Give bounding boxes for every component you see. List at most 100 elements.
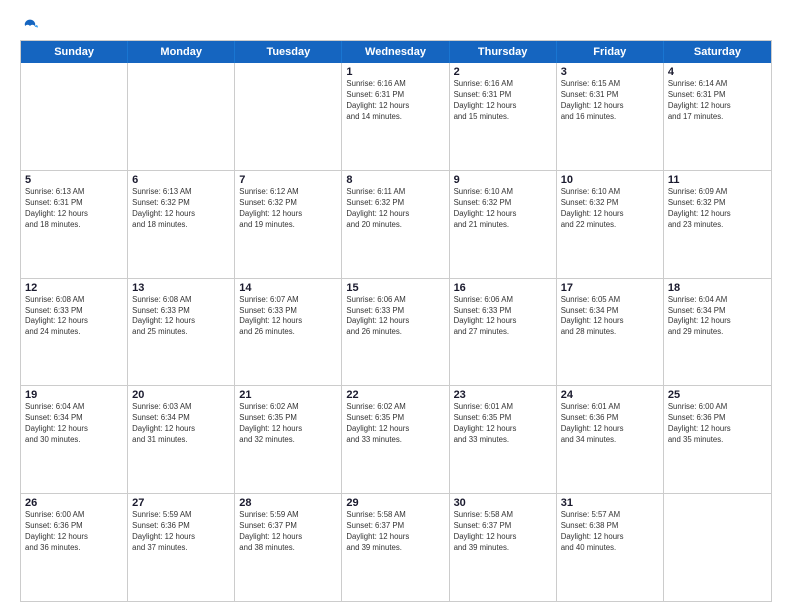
calendar-cell: 18Sunrise: 6:04 AM Sunset: 6:34 PM Dayli… (664, 279, 771, 386)
day-info: Sunrise: 6:11 AM Sunset: 6:32 PM Dayligh… (346, 187, 444, 231)
logo-bird-icon (22, 18, 38, 34)
day-number: 29 (346, 497, 444, 509)
calendar-cell: 4Sunrise: 6:14 AM Sunset: 6:31 PM Daylig… (664, 63, 771, 170)
day-info: Sunrise: 5:57 AM Sunset: 6:38 PM Dayligh… (561, 510, 659, 554)
calendar-cell: 28Sunrise: 5:59 AM Sunset: 6:37 PM Dayli… (235, 494, 342, 601)
calendar-cell: 2Sunrise: 6:16 AM Sunset: 6:31 PM Daylig… (450, 63, 557, 170)
day-number: 16 (454, 282, 552, 294)
day-info: Sunrise: 6:14 AM Sunset: 6:31 PM Dayligh… (668, 79, 767, 123)
day-number: 25 (668, 389, 767, 401)
calendar-cell: 19Sunrise: 6:04 AM Sunset: 6:34 PM Dayli… (21, 386, 128, 493)
day-header-wednesday: Wednesday (342, 41, 449, 63)
calendar: SundayMondayTuesdayWednesdayThursdayFrid… (20, 40, 772, 602)
day-info: Sunrise: 6:08 AM Sunset: 6:33 PM Dayligh… (25, 295, 123, 339)
day-info: Sunrise: 5:59 AM Sunset: 6:37 PM Dayligh… (239, 510, 337, 554)
day-number: 22 (346, 389, 444, 401)
calendar-cell: 21Sunrise: 6:02 AM Sunset: 6:35 PM Dayli… (235, 386, 342, 493)
day-info: Sunrise: 6:16 AM Sunset: 6:31 PM Dayligh… (346, 79, 444, 123)
day-info: Sunrise: 6:00 AM Sunset: 6:36 PM Dayligh… (668, 402, 767, 446)
day-info: Sunrise: 6:06 AM Sunset: 6:33 PM Dayligh… (454, 295, 552, 339)
calendar-body: 1Sunrise: 6:16 AM Sunset: 6:31 PM Daylig… (21, 63, 771, 601)
calendar-cell: 8Sunrise: 6:11 AM Sunset: 6:32 PM Daylig… (342, 171, 449, 278)
day-info: Sunrise: 6:08 AM Sunset: 6:33 PM Dayligh… (132, 295, 230, 339)
calendar-cell: 31Sunrise: 5:57 AM Sunset: 6:38 PM Dayli… (557, 494, 664, 601)
day-number: 20 (132, 389, 230, 401)
calendar-cell: 14Sunrise: 6:07 AM Sunset: 6:33 PM Dayli… (235, 279, 342, 386)
logo (20, 18, 38, 34)
calendar-cell: 15Sunrise: 6:06 AM Sunset: 6:33 PM Dayli… (342, 279, 449, 386)
day-info: Sunrise: 6:06 AM Sunset: 6:33 PM Dayligh… (346, 295, 444, 339)
calendar-cell: 27Sunrise: 5:59 AM Sunset: 6:36 PM Dayli… (128, 494, 235, 601)
logo-text (20, 18, 38, 34)
day-number: 2 (454, 66, 552, 78)
day-number: 30 (454, 497, 552, 509)
day-number: 7 (239, 174, 337, 186)
header (20, 18, 772, 34)
page: SundayMondayTuesdayWednesdayThursdayFrid… (0, 0, 792, 612)
day-number: 28 (239, 497, 337, 509)
day-number: 9 (454, 174, 552, 186)
day-number: 23 (454, 389, 552, 401)
day-info: Sunrise: 5:59 AM Sunset: 6:36 PM Dayligh… (132, 510, 230, 554)
day-info: Sunrise: 6:10 AM Sunset: 6:32 PM Dayligh… (561, 187, 659, 231)
day-number: 26 (25, 497, 123, 509)
calendar-header: SundayMondayTuesdayWednesdayThursdayFrid… (21, 41, 771, 63)
day-info: Sunrise: 6:04 AM Sunset: 6:34 PM Dayligh… (668, 295, 767, 339)
day-header-thursday: Thursday (450, 41, 557, 63)
calendar-cell: 1Sunrise: 6:16 AM Sunset: 6:31 PM Daylig… (342, 63, 449, 170)
day-info: Sunrise: 6:10 AM Sunset: 6:32 PM Dayligh… (454, 187, 552, 231)
calendar-cell: 11Sunrise: 6:09 AM Sunset: 6:32 PM Dayli… (664, 171, 771, 278)
day-number: 6 (132, 174, 230, 186)
calendar-cell: 23Sunrise: 6:01 AM Sunset: 6:35 PM Dayli… (450, 386, 557, 493)
day-number: 27 (132, 497, 230, 509)
calendar-cell: 6Sunrise: 6:13 AM Sunset: 6:32 PM Daylig… (128, 171, 235, 278)
calendar-cell: 12Sunrise: 6:08 AM Sunset: 6:33 PM Dayli… (21, 279, 128, 386)
day-info: Sunrise: 6:00 AM Sunset: 6:36 PM Dayligh… (25, 510, 123, 554)
calendar-row-3: 12Sunrise: 6:08 AM Sunset: 6:33 PM Dayli… (21, 279, 771, 387)
calendar-cell: 24Sunrise: 6:01 AM Sunset: 6:36 PM Dayli… (557, 386, 664, 493)
day-info: Sunrise: 6:03 AM Sunset: 6:34 PM Dayligh… (132, 402, 230, 446)
day-number: 19 (25, 389, 123, 401)
day-number: 4 (668, 66, 767, 78)
calendar-cell (664, 494, 771, 601)
calendar-cell: 26Sunrise: 6:00 AM Sunset: 6:36 PM Dayli… (21, 494, 128, 601)
calendar-cell: 3Sunrise: 6:15 AM Sunset: 6:31 PM Daylig… (557, 63, 664, 170)
calendar-cell: 5Sunrise: 6:13 AM Sunset: 6:31 PM Daylig… (21, 171, 128, 278)
day-info: Sunrise: 6:13 AM Sunset: 6:32 PM Dayligh… (132, 187, 230, 231)
calendar-cell: 10Sunrise: 6:10 AM Sunset: 6:32 PM Dayli… (557, 171, 664, 278)
calendar-cell: 29Sunrise: 5:58 AM Sunset: 6:37 PM Dayli… (342, 494, 449, 601)
day-number: 12 (25, 282, 123, 294)
day-number: 31 (561, 497, 659, 509)
calendar-cell: 16Sunrise: 6:06 AM Sunset: 6:33 PM Dayli… (450, 279, 557, 386)
day-number: 17 (561, 282, 659, 294)
day-info: Sunrise: 6:05 AM Sunset: 6:34 PM Dayligh… (561, 295, 659, 339)
day-number: 1 (346, 66, 444, 78)
day-number: 3 (561, 66, 659, 78)
calendar-cell: 20Sunrise: 6:03 AM Sunset: 6:34 PM Dayli… (128, 386, 235, 493)
day-info: Sunrise: 5:58 AM Sunset: 6:37 PM Dayligh… (346, 510, 444, 554)
day-header-monday: Monday (128, 41, 235, 63)
calendar-cell: 25Sunrise: 6:00 AM Sunset: 6:36 PM Dayli… (664, 386, 771, 493)
day-info: Sunrise: 6:15 AM Sunset: 6:31 PM Dayligh… (561, 79, 659, 123)
calendar-row-2: 5Sunrise: 6:13 AM Sunset: 6:31 PM Daylig… (21, 171, 771, 279)
calendar-cell: 30Sunrise: 5:58 AM Sunset: 6:37 PM Dayli… (450, 494, 557, 601)
day-number: 14 (239, 282, 337, 294)
day-number: 21 (239, 389, 337, 401)
day-info: Sunrise: 6:02 AM Sunset: 6:35 PM Dayligh… (239, 402, 337, 446)
day-header-tuesday: Tuesday (235, 41, 342, 63)
day-info: Sunrise: 6:04 AM Sunset: 6:34 PM Dayligh… (25, 402, 123, 446)
calendar-cell (235, 63, 342, 170)
day-info: Sunrise: 6:16 AM Sunset: 6:31 PM Dayligh… (454, 79, 552, 123)
day-number: 18 (668, 282, 767, 294)
day-number: 13 (132, 282, 230, 294)
calendar-row-5: 26Sunrise: 6:00 AM Sunset: 6:36 PM Dayli… (21, 494, 771, 601)
calendar-cell: 9Sunrise: 6:10 AM Sunset: 6:32 PM Daylig… (450, 171, 557, 278)
calendar-cell (21, 63, 128, 170)
day-info: Sunrise: 6:07 AM Sunset: 6:33 PM Dayligh… (239, 295, 337, 339)
calendar-cell: 13Sunrise: 6:08 AM Sunset: 6:33 PM Dayli… (128, 279, 235, 386)
day-number: 15 (346, 282, 444, 294)
calendar-cell (128, 63, 235, 170)
day-info: Sunrise: 6:01 AM Sunset: 6:36 PM Dayligh… (561, 402, 659, 446)
day-header-saturday: Saturday (664, 41, 771, 63)
day-number: 10 (561, 174, 659, 186)
